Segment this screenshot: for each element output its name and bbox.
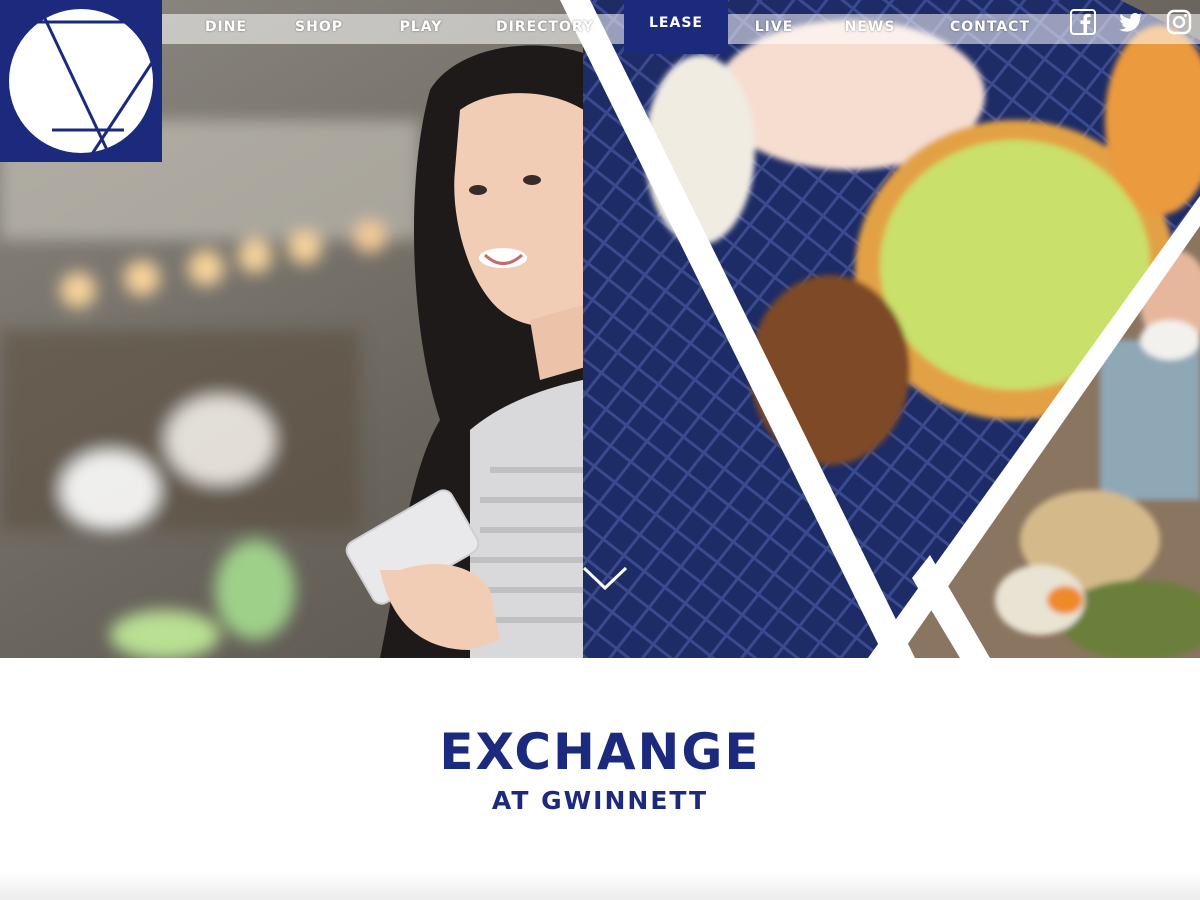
bottom-shade [0, 872, 1200, 900]
nav-item-news[interactable]: NEWS [838, 16, 902, 38]
brand-subtitle: AT GWINNETT [491, 786, 709, 815]
instagram-icon[interactable] [1166, 9, 1192, 35]
scroll-down-chevron-icon[interactable] [582, 566, 628, 592]
hero-banner [0, 0, 1200, 658]
nav-item-directory[interactable]: DIRECTORY [486, 16, 604, 38]
logo-emblem-icon [9, 7, 157, 155]
hero-collage-image [0, 0, 1200, 658]
nav-item-shop[interactable]: SHOP [288, 16, 350, 38]
facebook-icon[interactable] [1070, 9, 1096, 35]
nav-item-dine[interactable]: DINE [198, 16, 254, 38]
main-navigation: DINE SHOP PLAY DIRECTORY LEASE LIVE NEWS… [162, 0, 1200, 54]
brand-section: EXCHANGE AT GWINNETT [0, 658, 1200, 900]
nav-item-contact[interactable]: CONTACT [942, 16, 1038, 38]
nav-item-lease[interactable]: LEASE [624, 0, 728, 54]
nav-item-play[interactable]: PLAY [390, 16, 452, 38]
nav-item-live[interactable]: LIVE [748, 16, 800, 38]
site-logo[interactable] [0, 0, 162, 162]
twitter-icon[interactable] [1118, 9, 1144, 35]
brand-title: EXCHANGE [439, 723, 761, 781]
